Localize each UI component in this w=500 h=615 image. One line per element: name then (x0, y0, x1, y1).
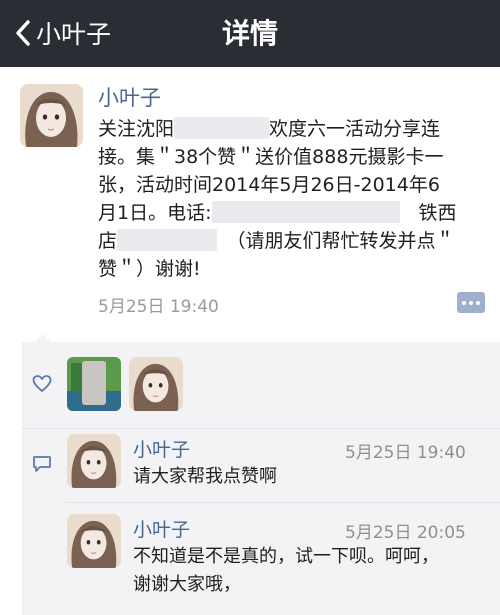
comment-text: 不知道是不是真的，试一下呗。呵呵， 谢谢大家哦， (133, 543, 439, 599)
post-line-5: 店 （请朋友们帮忙转发并点＂ (98, 229, 455, 252)
avatar-illustration (67, 434, 121, 488)
back-button[interactable]: 小叶子 (12, 12, 111, 54)
comment-author-name[interactable]: 小叶子 (133, 435, 190, 462)
post-line-4: 月1日。电话: 铁西 (98, 201, 457, 224)
post-author-name[interactable]: 小叶子 (98, 82, 161, 112)
comment-line: 不知道是不是真的，试一下呗。呵呵， (133, 546, 439, 567)
liker-avatar[interactable] (129, 357, 183, 411)
redaction-mask (117, 229, 218, 251)
comment-line: 谢谢大家哦， (133, 574, 241, 595)
redaction-mask (174, 117, 270, 139)
comment-dots-icon[interactable] (457, 292, 485, 313)
post-line-2: 接。集＂38个赞＂送价值888元摄影卡一 (98, 146, 444, 168)
post-line-6: 赞＂）谢谢! (98, 258, 201, 280)
avatar-illustration (20, 84, 83, 147)
heart-outline-icon (32, 375, 52, 392)
comment-timestamp: 5月25日 20:05 (345, 523, 466, 543)
speech-bubble-icon (33, 456, 51, 472)
liker-photo (67, 357, 121, 411)
divider (22, 428, 500, 429)
comment-author-name[interactable]: 小叶子 (133, 515, 190, 542)
post-line-3: 张，活动时间2014年5月26日-2014年6 (98, 174, 440, 196)
comment-text: 请大家帮我点赞啊 (133, 466, 277, 487)
avatar-illustration (129, 357, 183, 411)
redaction-mask (211, 201, 400, 223)
post-body: 关注沈阳 欢度六一活动分享连 接。集＂38个赞＂送价值888元摄影卡一 张，活动时… (98, 115, 483, 283)
post-author-avatar[interactable] (20, 84, 83, 147)
post-line-1: 关注沈阳 欢度六一活动分享连 (98, 117, 441, 140)
post-timestamp: 5月25日 19:40 (98, 297, 219, 317)
comment-author-avatar[interactable] (67, 514, 121, 568)
comment-timestamp: 5月25日 19:40 (345, 443, 466, 463)
avatar-illustration (67, 514, 121, 568)
comment-author-avatar[interactable] (67, 434, 121, 488)
back-label: 小叶子 (36, 20, 112, 49)
chevron-left-icon (16, 20, 30, 46)
navigation-bar: 小叶子 详情 (0, 0, 500, 67)
liker-avatar[interactable] (67, 357, 121, 411)
divider (66, 502, 500, 503)
